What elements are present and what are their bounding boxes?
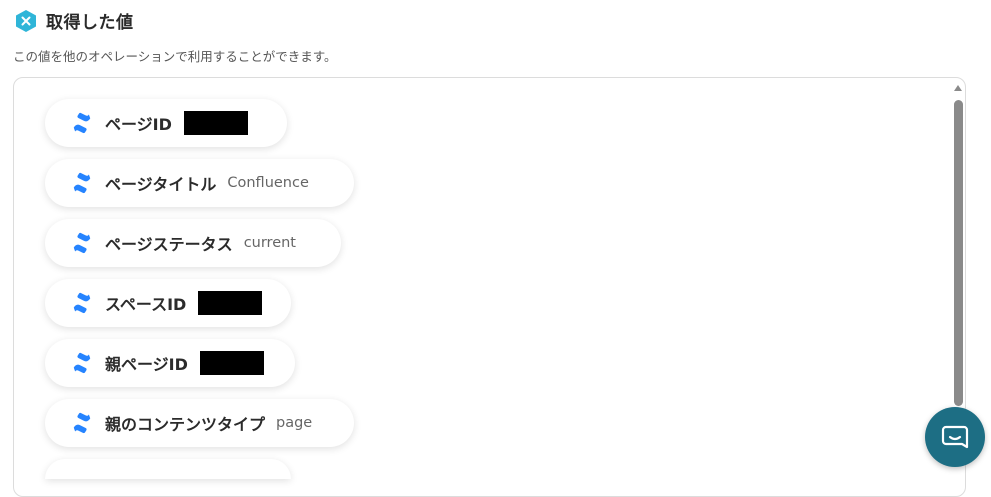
scroll-up-arrow-icon[interactable] — [954, 85, 962, 91]
chat-icon — [941, 425, 969, 449]
redacted-value — [199, 351, 264, 375]
pill-value: page — [276, 415, 313, 431]
redacted-value — [183, 111, 248, 135]
pill-value: Confluence — [227, 175, 309, 191]
confluence-icon — [73, 232, 91, 254]
chat-button[interactable] — [925, 407, 985, 467]
value-pill-space-id[interactable]: スペースID — [45, 279, 291, 327]
section-title: 取得した値 — [46, 13, 134, 33]
pill-label: ページID — [105, 115, 172, 134]
value-pill-page-status[interactable]: ページステータス current — [45, 219, 341, 267]
pill-value: current — [243, 235, 296, 251]
confluence-icon — [73, 412, 91, 434]
value-pill-page-title[interactable]: ページタイトル Confluence — [45, 159, 354, 207]
pill-label: 親のコンテンツタイプ — [105, 415, 266, 434]
redacted-value — [198, 291, 263, 315]
value-pill-page-id[interactable]: ページID — [45, 99, 287, 147]
pill-label: スペースID — [105, 295, 187, 314]
pill-label: 親ページID — [105, 355, 188, 374]
value-pill-next[interactable] — [45, 459, 291, 479]
confluence-icon — [73, 292, 91, 314]
section-description: この値を他のオペレーションで利用することができます。 — [13, 49, 337, 64]
confluence-icon — [73, 112, 91, 134]
value-pill-parent-page-id[interactable]: 親ページID — [45, 339, 295, 387]
confluence-icon — [73, 172, 91, 194]
pill-label: ページタイトル — [105, 175, 217, 194]
value-pill-parent-content-type[interactable]: 親のコンテンツタイプ page — [45, 399, 354, 447]
section-header: 取得した値 — [14, 8, 134, 33]
pill-label: ページステータス — [105, 235, 233, 254]
confluence-icon — [73, 352, 91, 374]
scrollbar-thumb[interactable] — [954, 100, 963, 406]
yoom-hexagon-icon — [14, 9, 38, 33]
